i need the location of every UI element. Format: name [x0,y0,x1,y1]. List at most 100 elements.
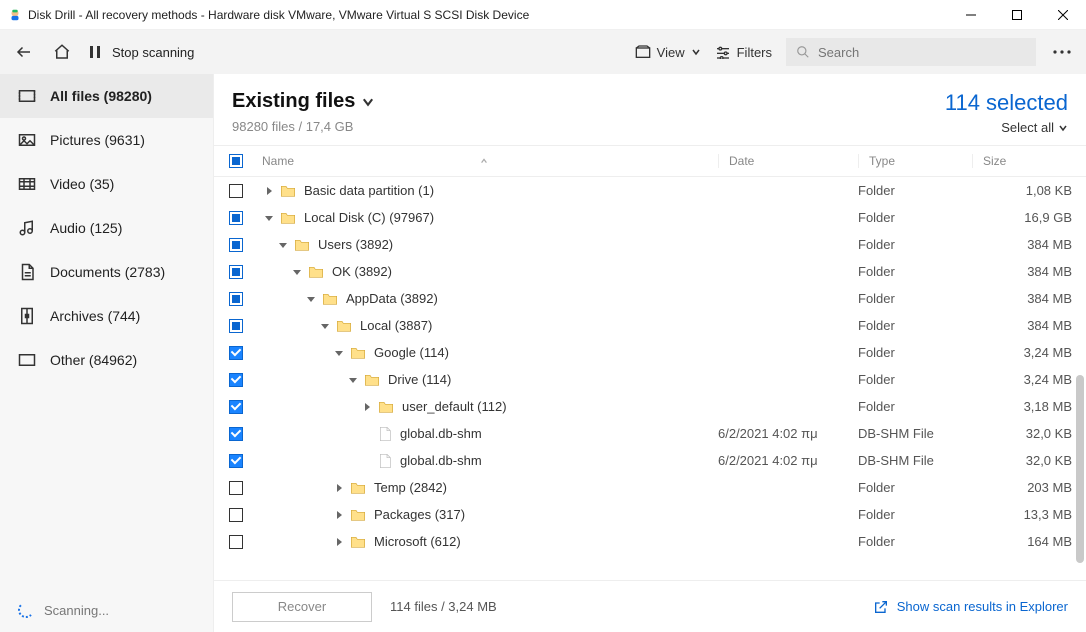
table-row[interactable]: global.db-shm6/2/2021 4:02 πμDB-SHM File… [214,447,1086,474]
expander-icon[interactable] [276,238,290,252]
sidebar-item-label: Documents (2783) [50,264,165,280]
sidebar-icon [18,87,36,105]
sidebar-item-4[interactable]: Documents (2783) [0,250,213,294]
row-name: Local (3887) [360,318,432,333]
close-button[interactable] [1040,0,1086,30]
table-row[interactable]: Users (3892)Folder384 MB [214,231,1086,258]
folder-icon [308,265,324,279]
row-checkbox[interactable] [229,319,243,333]
select-all-dropdown[interactable]: Select all [945,120,1068,135]
maximize-button[interactable] [994,0,1040,30]
row-checkbox[interactable] [229,346,243,360]
row-checkbox[interactable] [229,292,243,306]
filters-button[interactable]: Filters [715,45,772,60]
search-box[interactable] [786,38,1036,66]
row-checkbox[interactable] [229,535,243,549]
expander-icon[interactable] [332,481,346,495]
table-row[interactable]: Packages (317)Folder13,3 MB [214,501,1086,528]
table-row[interactable]: global.db-shm6/2/2021 4:02 πμDB-SHM File… [214,420,1086,447]
expander-icon[interactable] [332,346,346,360]
expander-icon[interactable] [290,265,304,279]
column-size[interactable]: Size [972,154,1072,168]
sidebar-item-6[interactable]: Other (84962) [0,338,213,382]
row-type: DB-SHM File [858,426,972,441]
row-name: Drive (114) [388,372,451,387]
sidebar-icon [18,263,36,281]
table-row[interactable]: Microsoft (612)Folder164 MB [214,528,1086,555]
sidebar-item-5[interactable]: Archives (744) [0,294,213,338]
expander-icon[interactable] [360,400,374,414]
folder-icon [378,400,394,414]
window-title: Disk Drill - All recovery methods - Hard… [28,8,529,22]
expander-icon[interactable] [332,535,346,549]
table-row[interactable]: AppData (3892)Folder384 MB [214,285,1086,312]
more-button[interactable] [1050,40,1074,64]
expander-icon[interactable] [346,373,360,387]
recover-button[interactable]: Recover [232,592,372,622]
external-link-icon [873,599,889,615]
row-checkbox[interactable] [229,373,243,387]
row-size: 203 MB [972,480,1072,495]
table-row[interactable]: Drive (114)Folder3,24 MB [214,366,1086,393]
expander-icon[interactable] [262,211,276,225]
table-row[interactable]: Temp (2842)Folder203 MB [214,474,1086,501]
expander-icon[interactable] [318,319,332,333]
sidebar-icon [18,307,36,325]
row-checkbox[interactable] [229,454,243,468]
explorer-link[interactable]: Show scan results in Explorer [873,599,1068,615]
table-row[interactable]: Local Disk (C) (97967)Folder16,9 GB [214,204,1086,231]
row-checkbox[interactable] [229,184,243,198]
stop-scanning-button[interactable]: Stop scanning [88,45,194,60]
row-type: Folder [858,264,972,279]
table-header: Name Date Type Size [214,145,1086,177]
row-checkbox[interactable] [229,400,243,414]
sidebar-icon [18,351,36,369]
selected-count: 114 selected [945,90,1068,116]
row-checkbox[interactable] [229,481,243,495]
table-row[interactable]: user_default (112)Folder3,18 MB [214,393,1086,420]
scrollbar-thumb[interactable] [1076,375,1084,563]
row-checkbox[interactable] [229,238,243,252]
row-size: 384 MB [972,291,1072,306]
expander-icon[interactable] [360,454,374,468]
expander-icon[interactable] [360,427,374,441]
column-date[interactable]: Date [718,154,858,168]
sidebar-item-2[interactable]: Video (35) [0,162,213,206]
row-size: 384 MB [972,264,1072,279]
minimize-button[interactable] [948,0,994,30]
table-row[interactable]: OK (3892)Folder384 MB [214,258,1086,285]
row-checkbox[interactable] [229,508,243,522]
app-icon [8,8,22,22]
sidebar-item-3[interactable]: Audio (125) [0,206,213,250]
main-pane: Existing files 98280 files / 17,4 GB 114… [214,74,1086,632]
row-type: DB-SHM File [858,453,972,468]
expander-icon[interactable] [304,292,318,306]
row-checkbox[interactable] [229,265,243,279]
folder-icon [350,535,366,549]
row-type: Folder [858,345,972,360]
column-type[interactable]: Type [858,154,972,168]
table-row[interactable]: Local (3887)Folder384 MB [214,312,1086,339]
main-title-dropdown[interactable]: Existing files [232,90,375,113]
row-checkbox[interactable] [229,427,243,441]
folder-icon [364,373,380,387]
folder-icon [350,346,366,360]
expander-icon[interactable] [262,184,276,198]
sidebar-item-0[interactable]: All files (98280) [0,74,213,118]
table-row[interactable]: Basic data partition (1)Folder1,08 KB [214,177,1086,204]
search-input[interactable] [818,45,1026,60]
sidebar-item-1[interactable]: Pictures (9631) [0,118,213,162]
row-size: 13,3 MB [972,507,1072,522]
home-button[interactable] [50,40,74,64]
view-dropdown[interactable]: View [635,45,701,60]
expander-icon[interactable] [332,508,346,522]
row-checkbox[interactable] [229,211,243,225]
table-row[interactable]: Google (114)Folder3,24 MB [214,339,1086,366]
back-button[interactable] [12,40,36,64]
folder-icon [294,238,310,252]
table-body: Basic data partition (1)Folder1,08 KBLoc… [214,177,1086,580]
header-checkbox[interactable] [229,154,243,168]
main-title: Existing files [232,90,355,113]
column-name[interactable]: Name [258,154,718,168]
row-name: Local Disk (C) (97967) [304,210,434,225]
